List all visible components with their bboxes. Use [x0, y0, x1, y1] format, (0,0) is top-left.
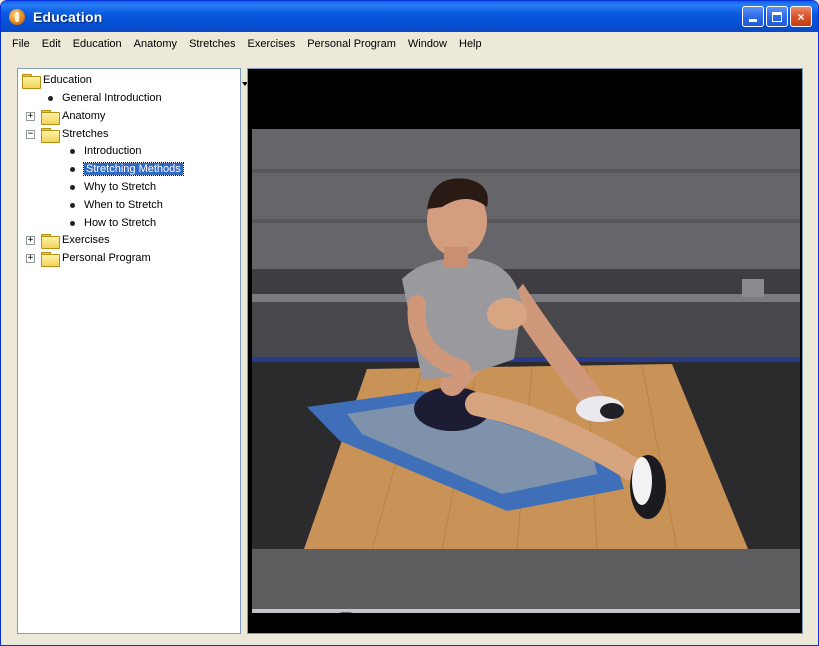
tree-item-label: Exercises	[62, 234, 110, 246]
tree-item-anatomy[interactable]: + Anatomy	[26, 107, 105, 125]
folder-icon	[41, 233, 60, 249]
maximize-button[interactable]	[766, 6, 788, 27]
window-title: Education	[33, 8, 103, 25]
menu-bar: File Edit Education Anatomy Stretches Ex…	[1, 32, 818, 56]
tree-item-stretches[interactable]: − Stretches	[26, 125, 108, 143]
maximize-icon	[772, 11, 782, 22]
menu-file[interactable]: File	[7, 36, 35, 52]
seek-thumb[interactable]	[340, 612, 352, 613]
tree-item-label: Anatomy	[62, 110, 106, 122]
collapse-minus-icon[interactable]: −	[26, 129, 35, 139]
close-button[interactable]: ×	[790, 6, 812, 27]
tree-item-exercises[interactable]: + Exercises	[26, 231, 110, 249]
tree-item-label: Personal Program	[62, 252, 151, 264]
expand-plus-icon[interactable]: +	[26, 235, 35, 245]
menu-exercises[interactable]: Exercises	[243, 36, 301, 52]
tree-item-label: Stretches	[62, 128, 109, 140]
menu-personal-program[interactable]: Personal Program	[302, 36, 401, 52]
menu-anatomy[interactable]: Anatomy	[129, 36, 182, 52]
tree-item-label-selected: Stretching Methods	[83, 162, 184, 176]
fullscreen-icon[interactable]: ▦	[792, 612, 800, 613]
bullet-icon	[70, 166, 75, 172]
tree-item-label: Why to Stretch	[84, 181, 157, 193]
tree-item-label: When to Stretch	[84, 199, 163, 211]
window-controls: ×	[742, 6, 812, 27]
bullet-icon	[70, 184, 75, 190]
navigation-tree: Education General Introduction + Anatomy…	[17, 68, 241, 634]
video-frame[interactable]: ▶ ◀▮ ▮▶ ◢ ▦	[252, 129, 800, 613]
video-still-stretching	[252, 129, 800, 550]
tree-item-label: Education	[43, 74, 92, 86]
folder-icon	[41, 109, 60, 125]
tree-item-label: General Introduction	[62, 92, 162, 104]
title-bar[interactable]: Education ×	[1, 1, 818, 32]
tree-item-why-to-stretch[interactable]: Why to Stretch	[70, 178, 156, 196]
player-controls: ▶ ◀▮ ▮▶ ◢ ▦	[252, 609, 800, 613]
tree-item-introduction[interactable]: Introduction	[70, 142, 141, 160]
tree-item-stretching-methods[interactable]: Stretching Methods	[70, 160, 184, 178]
tree-item-label: How to Stretch	[84, 217, 157, 229]
minimize-icon	[749, 19, 757, 22]
app-icon	[9, 8, 25, 25]
player-right-controls: ◢ ▦	[778, 612, 800, 613]
menu-education[interactable]: Education	[68, 36, 127, 52]
bullet-icon	[70, 148, 75, 154]
tree-item-when-to-stretch[interactable]: When to Stretch	[70, 196, 163, 214]
bullet-icon	[48, 95, 53, 101]
menu-help[interactable]: Help	[454, 36, 487, 52]
close-icon: ×	[797, 9, 805, 24]
menu-edit[interactable]: Edit	[37, 36, 66, 52]
menu-window[interactable]: Window	[403, 36, 452, 52]
tree-root-education[interactable]: Education	[22, 71, 92, 89]
tree-item-label: Introduction	[84, 145, 142, 157]
volume-icon[interactable]: ◢	[778, 612, 786, 613]
tree-item-how-to-stretch[interactable]: How to Stretch	[70, 214, 156, 232]
minimize-button[interactable]	[742, 6, 764, 27]
folder-open-icon	[22, 73, 41, 89]
expand-plus-icon[interactable]: +	[26, 253, 35, 263]
folder-icon	[41, 251, 60, 267]
folder-icon	[41, 127, 60, 143]
app-window: Education × File Edit Education Anatomy …	[0, 0, 819, 646]
bullet-icon	[70, 202, 75, 208]
bullet-icon	[70, 220, 75, 226]
menu-stretches[interactable]: Stretches	[184, 36, 240, 52]
tree-item-general-introduction[interactable]: General Introduction	[48, 89, 162, 107]
tree-item-personal-program[interactable]: + Personal Program	[26, 249, 151, 267]
expand-plus-icon[interactable]: +	[26, 111, 35, 121]
video-player: ▶ ◀▮ ▮▶ ◢ ▦	[247, 68, 803, 634]
